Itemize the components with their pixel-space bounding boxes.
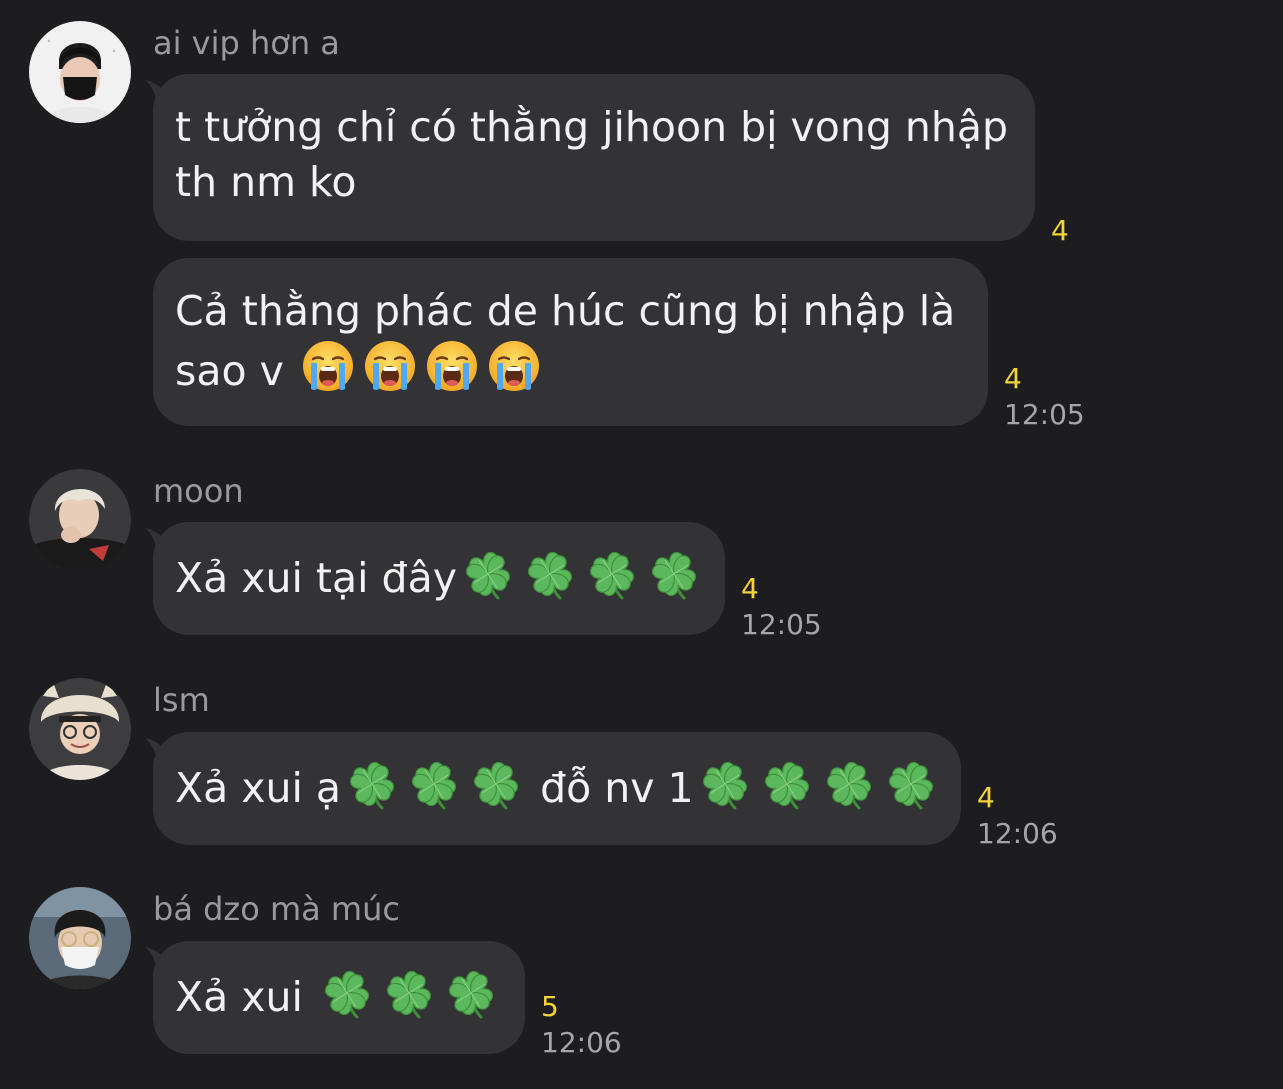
four-leaf-clover-icon [761, 758, 813, 810]
four-leaf-clover-icon [383, 967, 435, 1019]
four-leaf-clover-icon [699, 758, 751, 810]
avatar-masked-user[interactable] [29, 21, 131, 123]
message-text: Xả xui [175, 973, 303, 1021]
avatar-blond-user-image [29, 469, 131, 571]
four-leaf-clover-icon [445, 967, 497, 1019]
message-text: Xả xui ạ [175, 764, 342, 812]
read-count: 4 [741, 572, 759, 605]
message-bubble[interactable]: t tưởng chỉ có thằng jihoon bị vong nhập… [153, 74, 1035, 241]
message-bubble[interactable]: Xả xui ạ đỗ nv 1 [153, 732, 961, 845]
message-text: đỗ nv 1 [540, 764, 694, 812]
read-count: 4 [1004, 362, 1022, 395]
message-text: sao v [175, 347, 284, 395]
message-text-line: t tưởng chỉ có thằng jihoon bị vong nhập [175, 103, 1009, 151]
loudly-crying-face-icon [487, 339, 541, 393]
message-timestamp: 12:06 [541, 1026, 622, 1059]
avatar-masked-user-image [29, 21, 131, 123]
avatar-mask-glasses-user-image [29, 887, 131, 989]
read-count: 5 [541, 990, 559, 1023]
message-text-line: th nm ko [175, 158, 357, 206]
four-leaf-clover-icon [586, 548, 638, 600]
avatar-blond-user[interactable] [29, 469, 131, 571]
chat-screen: ai vip hơn a t tưởng chỉ có thằng jihoon… [0, 0, 1283, 1089]
loudly-crying-face-icon [363, 339, 417, 393]
message-text: Xả xui tại đây [175, 554, 457, 602]
four-leaf-clover-icon [524, 548, 576, 600]
loudly-crying-face-icon [425, 339, 479, 393]
message-bubble[interactable]: Cả thằng phác de húc cũng bị nhập là sao… [153, 258, 988, 426]
four-leaf-clover-icon [462, 548, 514, 600]
sender-name: ai vip hơn a [153, 24, 340, 62]
read-count: 4 [977, 781, 995, 814]
four-leaf-clover-icon [823, 758, 875, 810]
four-leaf-clover-icon [470, 758, 522, 810]
four-leaf-clover-icon [648, 548, 700, 600]
sender-name: moon [153, 472, 244, 510]
four-leaf-clover-icon [346, 758, 398, 810]
read-count: 4 [1051, 214, 1069, 247]
sender-name: bá dzo mà múc [153, 890, 400, 928]
loudly-crying-face-icon [301, 339, 355, 393]
avatar-hat-user[interactable] [29, 678, 131, 780]
message-bubble[interactable]: Xả xui tại đây [153, 522, 725, 635]
four-leaf-clover-icon [885, 758, 937, 810]
message-text-line: Cả thằng phác de húc cũng bị nhập là [175, 287, 956, 335]
message-text-line: sao v [175, 339, 964, 399]
message-timestamp: 12:06 [977, 817, 1058, 850]
four-leaf-clover-icon [408, 758, 460, 810]
message-timestamp: 12:05 [1004, 398, 1085, 431]
four-leaf-clover-icon [321, 967, 373, 1019]
message-bubble[interactable]: Xả xui [153, 941, 525, 1054]
avatar-mask-glasses-user[interactable] [29, 887, 131, 989]
sender-name: lsm [153, 681, 210, 719]
avatar-hat-user-image [29, 678, 131, 780]
message-timestamp: 12:05 [741, 608, 822, 641]
